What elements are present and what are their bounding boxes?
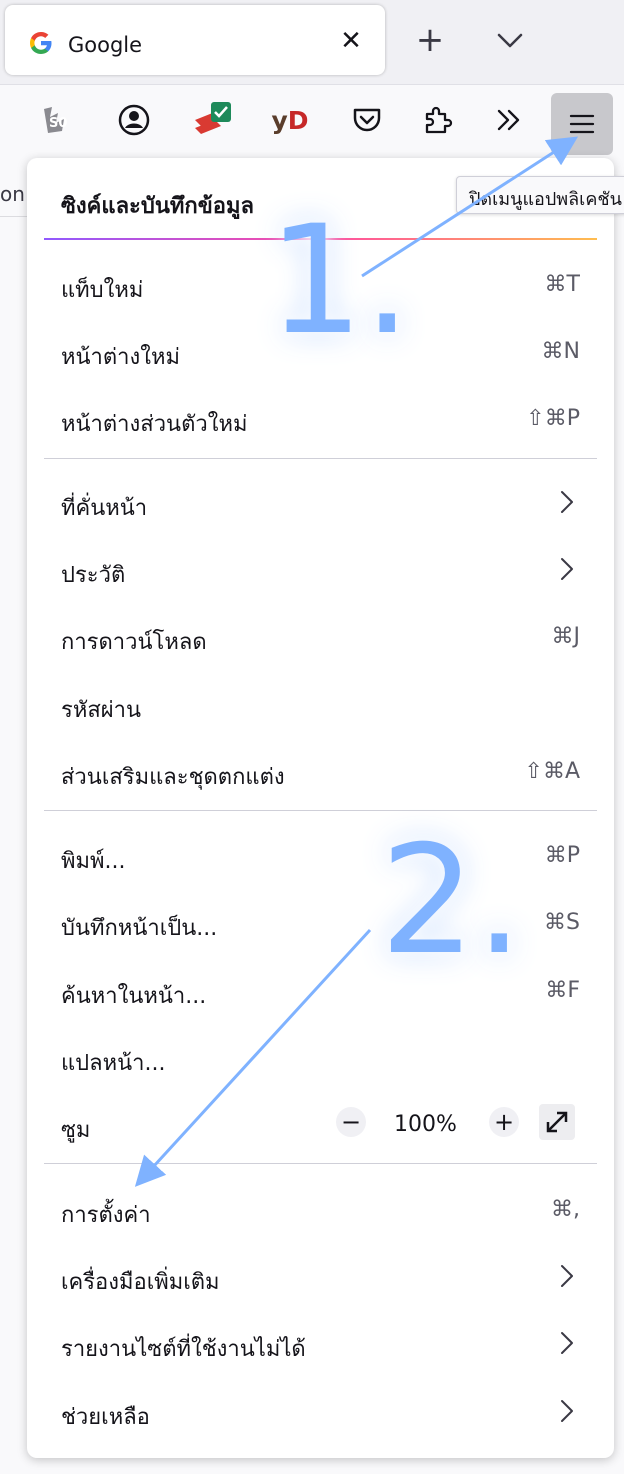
zoom-level[interactable]: 100% — [394, 1112, 457, 1137]
yd-extension-icon[interactable]: yD — [263, 93, 317, 147]
chevron-right-icon — [561, 1400, 573, 1422]
menu-item-bookmarks[interactable]: ที่คั่นหน้า — [27, 468, 614, 535]
svg-text:S0: S0 — [49, 116, 67, 131]
menu-item-label: ที่คั่นหน้า — [61, 496, 148, 521]
chevron-right-icon — [561, 558, 573, 580]
menu-item-print[interactable]: พิมพ์... ⌘P — [27, 821, 614, 888]
shortcut-label: ⌘P — [544, 843, 580, 868]
menu-item-label: การตั้งค่า — [61, 1203, 151, 1228]
shortcut-label: ⌘T — [544, 272, 580, 297]
sync-label: ซิงค์และบันทึกข้อมูล — [61, 194, 254, 219]
menu-item-label: รายงานไซต์ที่ใช้งานไม่ได้ — [61, 1337, 306, 1362]
menu-item-label: หน้าต่างใหม่ — [61, 345, 181, 370]
menu-item-help[interactable]: ช่วยเหลือ — [27, 1377, 614, 1444]
overflow-icon[interactable] — [482, 93, 536, 147]
todoist-extension-icon[interactable] — [184, 93, 238, 147]
menu-item-downloads[interactable]: การดาวน์โหลด ⌘J — [27, 602, 614, 669]
menu-item-label: รหัสผ่าน — [61, 698, 142, 723]
chevron-right-icon — [561, 491, 573, 513]
page-text-fragment: on — [0, 182, 25, 206]
tab-title: Google — [68, 33, 143, 57]
menu-item-new-private-window[interactable]: หน้าต่างส่วนตัวใหม่ ⇧⌘P — [27, 384, 614, 451]
plus-icon[interactable]: + — [412, 22, 448, 58]
annotation-step-2: 2. — [380, 814, 524, 988]
annotation-step-1: 1. — [268, 194, 412, 368]
menu-item-label: การดาวน์โหลด — [61, 630, 207, 655]
extensions-icon[interactable] — [410, 93, 464, 147]
menu-separator — [44, 810, 597, 811]
s0-extension-icon[interactable]: S0 — [30, 93, 84, 147]
menu-button-tooltip: ปิดเมนูแอปพลิเคชัน — [456, 176, 624, 214]
zoom-out-button[interactable]: − — [336, 1107, 366, 1137]
menu-item-label: เครื่องมือเพิ่มเติม — [61, 1270, 220, 1295]
menu-item-passwords[interactable]: รหัสผ่าน — [27, 670, 614, 737]
shortcut-label: ⌘F — [545, 978, 580, 1003]
shortcut-label: ⌘, — [551, 1197, 580, 1222]
chevron-down-icon[interactable] — [494, 24, 526, 56]
chevron-right-icon — [561, 1265, 573, 1287]
menu-item-more-tools[interactable]: เครื่องมือเพิ่มเติม — [27, 1242, 614, 1309]
zoom-in-button[interactable]: + — [489, 1107, 519, 1137]
tab-google[interactable]: Google ✕ — [5, 5, 385, 75]
fullscreen-icon — [546, 1111, 568, 1133]
menu-item-label: แท็บใหม่ — [61, 278, 144, 303]
chevron-right-icon — [561, 1332, 573, 1354]
menu-item-label: ประวัติ — [61, 563, 126, 588]
tab-strip: Google ✕ + — [0, 0, 624, 84]
menu-item-label: พิมพ์... — [61, 849, 126, 874]
account-icon[interactable] — [107, 93, 161, 147]
menu-item-label: หน้าต่างส่วนตัวใหม่ — [61, 412, 248, 437]
menu-item-addons-themes[interactable]: ส่วนเสริมและชุดตกแต่ง ⇧⌘A — [27, 737, 614, 804]
menu-item-report-broken-site[interactable]: รายงานไซต์ที่ใช้งานไม่ได้ — [27, 1309, 614, 1376]
menu-item-label: บันทึกหน้าเป็น... — [61, 916, 218, 941]
close-icon[interactable]: ✕ — [335, 25, 367, 57]
shortcut-label: ⌘J — [551, 624, 581, 649]
pocket-icon[interactable] — [340, 93, 394, 147]
google-logo-icon — [30, 32, 52, 54]
shortcut-label: ⌘N — [541, 339, 580, 364]
menu-item-label: ช่วยเหลือ — [61, 1405, 150, 1430]
menu-item-label: แปลหน้า... — [61, 1051, 166, 1076]
menu-item-translate-page[interactable]: แปลหน้า... — [27, 1023, 614, 1090]
tooltip-text: ปิดเมนูแอปพลิเคชัน — [469, 189, 622, 210]
menu-item-settings[interactable]: การตั้งค่า ⌘, — [27, 1175, 614, 1242]
shortcut-label: ⇧⌘A — [524, 759, 580, 784]
menu-separator — [44, 1163, 597, 1164]
menu-item-label: ค้นหาในหน้า... — [61, 984, 207, 1009]
fullscreen-button[interactable] — [539, 1104, 575, 1140]
menu-item-history[interactable]: ประวัติ — [27, 535, 614, 602]
menu-separator — [44, 458, 597, 459]
navigation-toolbar: S0 yD — [0, 84, 624, 157]
hamburger-menu-icon[interactable] — [551, 93, 613, 155]
menu-item-find-in-page[interactable]: ค้นหาในหน้า... ⌘F — [27, 956, 614, 1023]
menu-item-save-page[interactable]: บันทึกหน้าเป็น... ⌘S — [27, 888, 614, 955]
menu-item-label: ซูม — [61, 1118, 91, 1143]
shortcut-label: ⇧⌘P — [526, 406, 580, 431]
menu-item-label: ส่วนเสริมและชุดตกแต่ง — [61, 765, 285, 790]
shortcut-label: ⌘S — [544, 910, 580, 935]
page-divider — [0, 216, 30, 217]
menu-item-zoom: ซูม − 100% + — [27, 1090, 614, 1157]
